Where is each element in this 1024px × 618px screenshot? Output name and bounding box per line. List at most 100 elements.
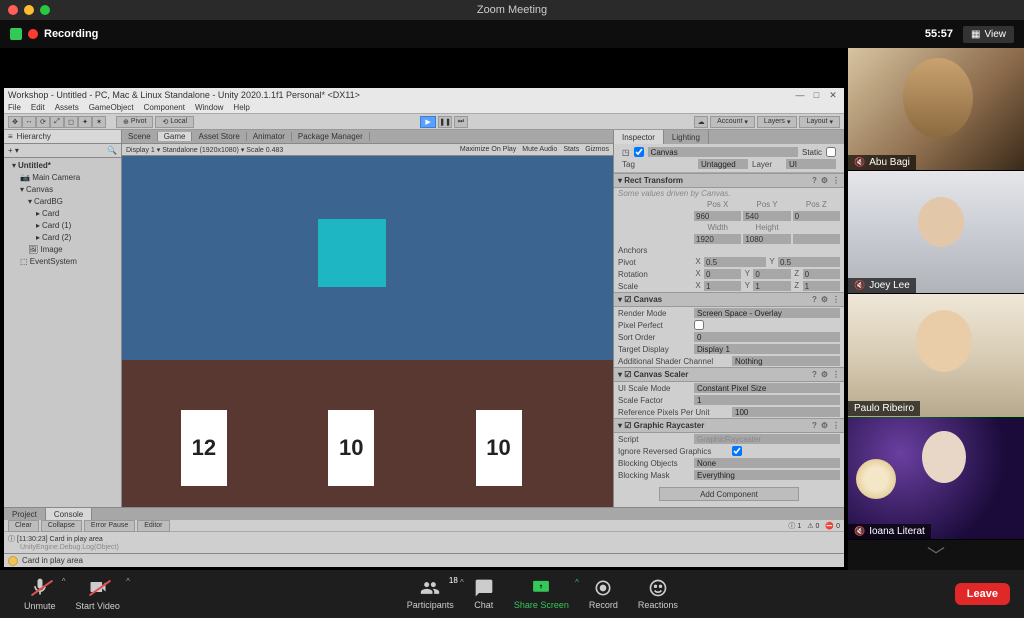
- menu-icon[interactable]: ⋮: [832, 421, 840, 430]
- collapse-button[interactable]: Collapse: [41, 520, 82, 532]
- rot-z-field[interactable]: 0: [803, 269, 840, 279]
- aspect-dropdown[interactable]: Standalone (1920x1080): [162, 147, 239, 154]
- scale-z-field[interactable]: 1: [803, 281, 840, 291]
- hierarchy-item[interactable]: ▸Card (1): [6, 220, 119, 232]
- menu-help[interactable]: Help: [233, 103, 249, 112]
- ref-pixels-field[interactable]: 100: [732, 407, 840, 417]
- menu-icon[interactable]: ⋮: [832, 370, 840, 379]
- start-video-button[interactable]: Start Video ^: [66, 577, 130, 611]
- render-mode-dropdown[interactable]: Screen Space - Overlay: [694, 308, 840, 318]
- pivot-x-field[interactable]: 0.5: [704, 257, 766, 267]
- blocking-objects-dropdown[interactable]: None: [694, 458, 840, 468]
- tag-dropdown[interactable]: Untagged: [698, 159, 748, 169]
- hand-tool-icon[interactable]: ✥: [8, 116, 22, 128]
- collab-icon[interactable]: ☁: [694, 116, 708, 128]
- rect-tool-icon[interactable]: ◻: [64, 116, 78, 128]
- posy-field[interactable]: 540: [743, 211, 790, 221]
- height-field[interactable]: 1080: [743, 234, 790, 244]
- chevron-up-icon[interactable]: ^: [126, 577, 130, 586]
- width-field[interactable]: 1920: [694, 234, 741, 244]
- scale-y-field[interactable]: 1: [753, 281, 790, 291]
- help-icon[interactable]: ?: [812, 370, 817, 379]
- display-dropdown[interactable]: Display 1: [126, 147, 155, 154]
- unmute-button[interactable]: Unmute ^: [14, 577, 66, 611]
- hierarchy-item[interactable]: ▸Card: [6, 208, 119, 220]
- gear-icon[interactable]: ⚙: [821, 176, 828, 185]
- object-active-checkbox[interactable]: [634, 147, 644, 157]
- custom-tool-icon[interactable]: ✶: [92, 116, 106, 128]
- participant-tile[interactable]: 🔇Joey Lee: [848, 171, 1024, 294]
- view-button[interactable]: ▦ View: [963, 26, 1014, 43]
- error-count[interactable]: ⛔ 0: [825, 522, 840, 530]
- close-icon[interactable]: ✕: [826, 90, 840, 101]
- tab-animator[interactable]: Animator: [247, 132, 292, 141]
- transform-tool-icon[interactable]: ✦: [78, 116, 92, 128]
- scale-value[interactable]: 0.483: [266, 147, 284, 154]
- search-icon[interactable]: 🔍: [107, 146, 117, 155]
- rect-transform-header[interactable]: ▾ Rect Transform ?⚙⋮: [614, 173, 844, 188]
- move-tool-icon[interactable]: ↔: [22, 116, 36, 128]
- participants-button[interactable]: 18 Participants ^: [397, 578, 464, 610]
- tab-console[interactable]: Console: [46, 508, 92, 520]
- pause-button-icon[interactable]: ❚❚: [438, 116, 452, 128]
- static-checkbox[interactable]: [826, 147, 836, 157]
- minimize-icon[interactable]: —: [793, 90, 807, 100]
- canvas-component-header[interactable]: ▾ ☑ Canvas?⚙⋮: [614, 292, 844, 307]
- maximize-icon[interactable]: □: [809, 90, 823, 100]
- clear-button[interactable]: Clear: [8, 520, 39, 532]
- menu-window[interactable]: Window: [195, 103, 223, 112]
- console-log[interactable]: ⓘ [11:30:23] Card in play area UnityEngi…: [4, 532, 844, 553]
- scale-x-field[interactable]: 1: [704, 281, 741, 291]
- participant-tile[interactable]: 🔇Abu Bagi: [848, 48, 1024, 171]
- chat-button[interactable]: Chat: [464, 578, 504, 610]
- help-icon[interactable]: ?: [812, 421, 817, 430]
- tab-inspector[interactable]: Inspector: [614, 130, 664, 144]
- account-dropdown[interactable]: Account ▾: [710, 116, 755, 128]
- tab-project[interactable]: Project: [4, 508, 46, 520]
- stats-toggle[interactable]: Stats: [563, 146, 579, 153]
- close-window-button[interactable]: [8, 5, 18, 15]
- menu-edit[interactable]: Edit: [31, 103, 45, 112]
- create-dropdown-icon[interactable]: + ▾: [8, 146, 19, 155]
- menu-icon[interactable]: ⋮: [832, 176, 840, 185]
- tab-asset-store[interactable]: Asset Store: [192, 132, 246, 141]
- editor-dropdown[interactable]: Editor: [137, 520, 169, 532]
- menu-component[interactable]: Component: [144, 103, 185, 112]
- target-display-dropdown[interactable]: Display 1: [694, 344, 840, 354]
- hierarchy-item[interactable]: ▾CardBG: [6, 196, 119, 208]
- tab-scene[interactable]: Scene: [122, 132, 158, 141]
- ignore-reversed-checkbox[interactable]: [732, 446, 742, 456]
- hierarchy-item[interactable]: ⬚ EventSystem: [6, 256, 119, 268]
- gear-icon[interactable]: ⚙: [821, 370, 828, 379]
- leave-button[interactable]: Leave: [955, 583, 1010, 605]
- tab-package-manager[interactable]: Package Manager: [292, 132, 370, 141]
- gear-icon[interactable]: ⚙: [821, 421, 828, 430]
- gear-icon[interactable]: ⚙: [821, 295, 828, 304]
- hierarchy-item[interactable]: 📷 Main Camera: [6, 172, 119, 184]
- minimize-window-button[interactable]: [24, 5, 34, 15]
- hierarchy-item[interactable]: 🖼 Image: [6, 244, 119, 256]
- help-icon[interactable]: ?: [812, 176, 817, 185]
- pivot-y-field[interactable]: 0.5: [778, 257, 840, 267]
- hierarchy-item[interactable]: ▾Canvas: [6, 184, 119, 196]
- add-component-button[interactable]: Add Component: [659, 487, 799, 501]
- chevron-down-icon[interactable]: ﹀: [848, 540, 1024, 570]
- record-button[interactable]: Record: [579, 578, 628, 610]
- menu-file[interactable]: File: [8, 103, 21, 112]
- rot-x-field[interactable]: 0: [704, 269, 741, 279]
- layers-dropdown[interactable]: Layers ▾: [757, 116, 798, 128]
- scale-tool-icon[interactable]: ⤢: [50, 116, 64, 128]
- fullscreen-window-button[interactable]: [40, 5, 50, 15]
- shader-channel-dropdown[interactable]: Nothing: [732, 356, 840, 366]
- rotate-tool-icon[interactable]: ⟳: [36, 116, 50, 128]
- ui-scale-mode-dropdown[interactable]: Constant Pixel Size: [694, 383, 840, 393]
- hierarchy-item[interactable]: ▸Card (2): [6, 232, 119, 244]
- participant-tile[interactable]: 🔇Ioana Literat: [848, 417, 1024, 540]
- pixel-perfect-checkbox[interactable]: [694, 320, 704, 330]
- mute-audio-toggle[interactable]: Mute Audio: [522, 146, 557, 153]
- error-pause-button[interactable]: Error Pause: [84, 520, 135, 532]
- anchors-label[interactable]: Anchors: [618, 246, 690, 255]
- scale-factor-field[interactable]: 1: [694, 395, 840, 405]
- blocking-mask-dropdown[interactable]: Everything: [694, 470, 840, 480]
- graphic-raycaster-header[interactable]: ▾ ☑ Graphic Raycaster?⚙⋮: [614, 418, 844, 433]
